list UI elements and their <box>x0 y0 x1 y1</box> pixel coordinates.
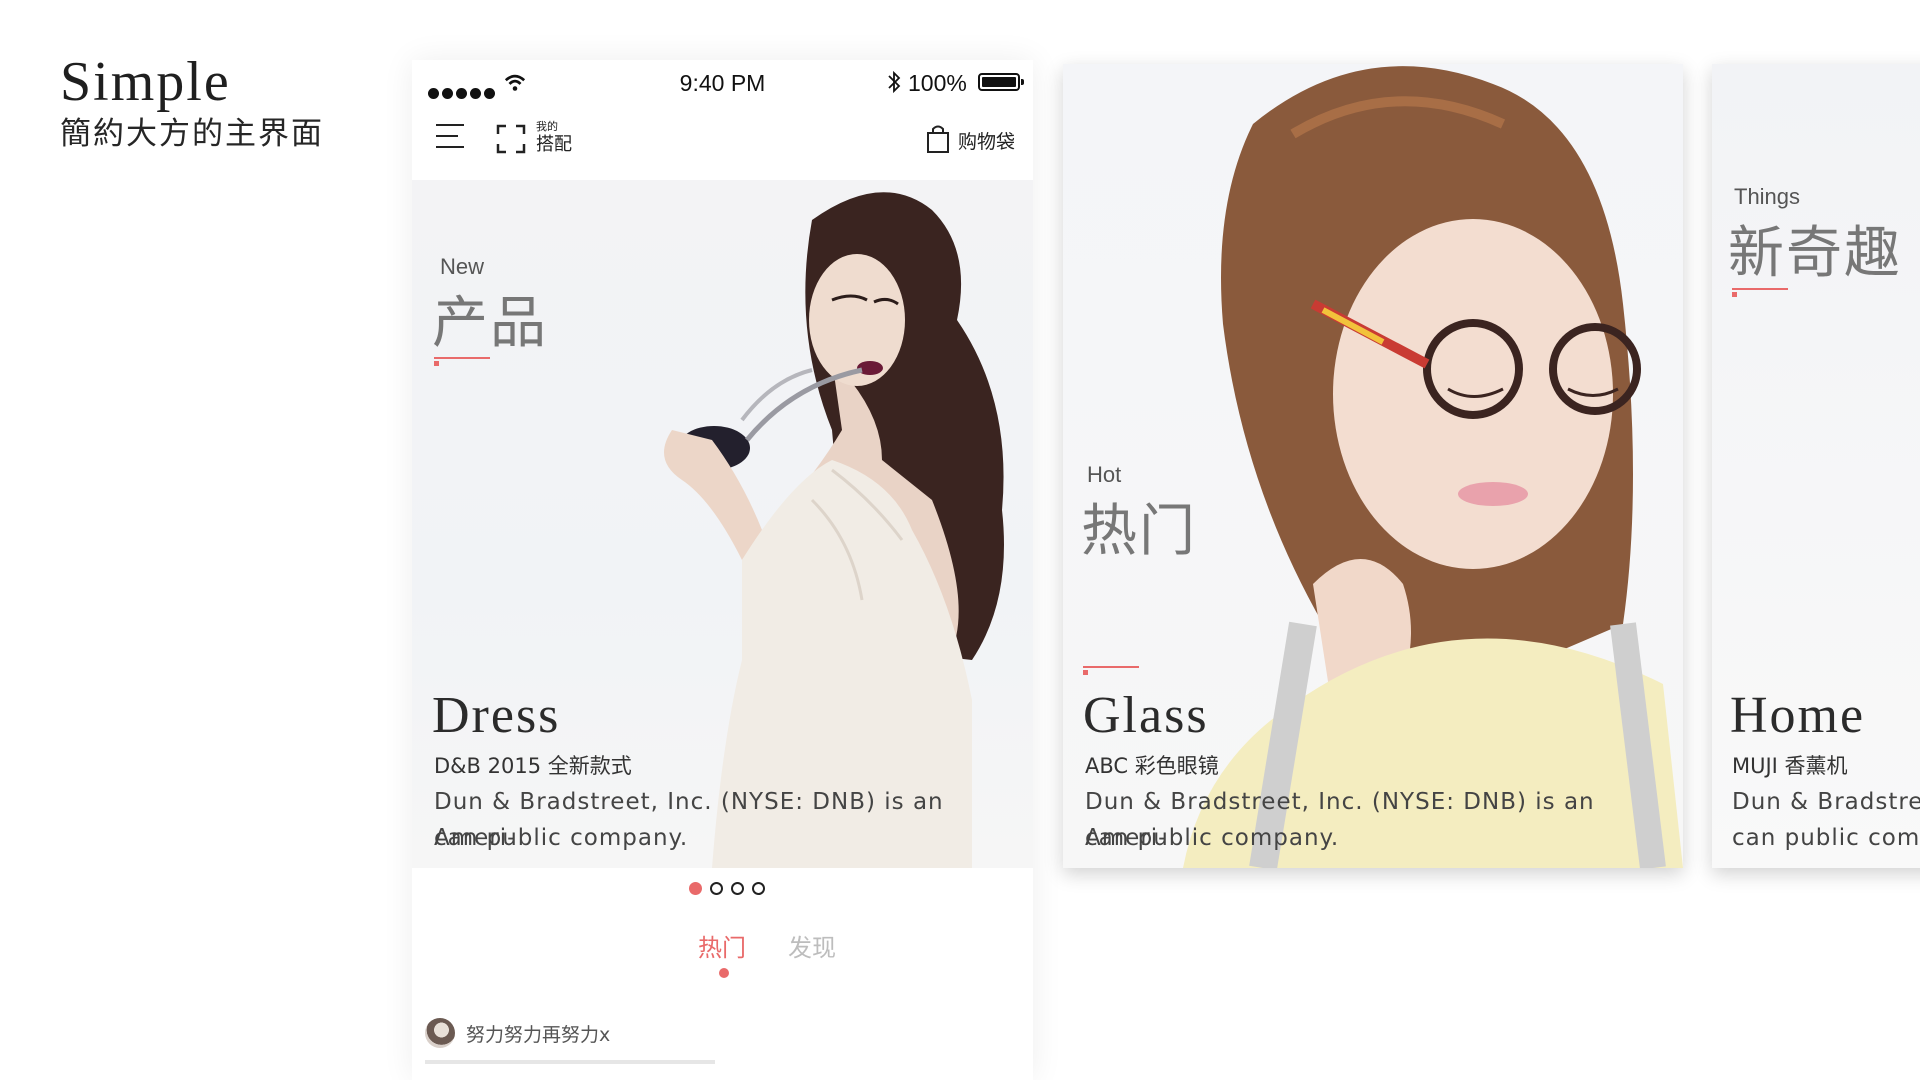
bluetooth-icon <box>888 70 901 94</box>
feed-username[interactable]: 努力努力再努力x <box>466 1020 610 1047</box>
intro-heading: Simple 簡約大方的主界面 <box>60 50 324 154</box>
card-description-line-1: Dun & Bradstree <box>1732 789 1920 815</box>
card-cn-tag: 新奇趣 <box>1728 221 1902 286</box>
intro-subtitle: 簡約大方的主界面 <box>60 116 324 152</box>
accent-underline <box>1083 666 1139 668</box>
status-bar: 9:40 PM 100% <box>412 60 1033 104</box>
feed-item-preview <box>425 1060 715 1064</box>
battery-percentage: 100% <box>908 70 967 96</box>
accent-marker <box>1083 670 1088 675</box>
accent-underline <box>434 357 490 359</box>
card-en-tag: Things <box>1734 184 1801 209</box>
tab-discover[interactable]: 发现 <box>788 928 836 963</box>
card-subtitle: MUJI 香薰机 <box>1732 754 1848 778</box>
active-tab-indicator <box>719 968 729 978</box>
shopping-bag-label[interactable]: 购物袋 <box>958 127 1015 154</box>
pager-dot[interactable] <box>752 882 765 895</box>
product-card-glass[interactable]: Hot 热门 Glass ABC 彩色眼镜 Dun & Bradstreet, … <box>1063 64 1683 868</box>
card-en-tag: New <box>440 254 485 279</box>
card-description-line-2: can public comp <box>1732 825 1920 851</box>
collocation-label: 搭配 <box>536 134 572 155</box>
card-title: Glass <box>1083 687 1209 744</box>
avatar[interactable] <box>425 1018 455 1048</box>
product-card-dress[interactable]: New 产品 Dress D&B 2015 全新款式 Dun & Bradstr… <box>412 180 1033 868</box>
card-subtitle: ABC 彩色眼镜 <box>1085 754 1219 778</box>
card-description-line-2: can public company. <box>434 825 689 851</box>
model-photo <box>1183 66 1683 868</box>
accent-underline <box>1732 288 1788 290</box>
collocation-small-label: 我的 <box>536 120 558 133</box>
product-card-home[interactable]: Things 新奇趣 Home MUJI 香薰机 Dun & Bradstree… <box>1712 64 1920 868</box>
intro-title: Simple <box>60 51 231 113</box>
card-cn-tag: 热门 <box>1081 499 1197 564</box>
pager-dot[interactable] <box>710 882 723 895</box>
pager-dot[interactable] <box>731 882 744 895</box>
card-cn-tag: 产品 <box>432 291 548 356</box>
carousel-pager[interactable] <box>689 880 773 899</box>
card-subtitle: D&B 2015 全新款式 <box>434 754 632 778</box>
accent-marker <box>434 361 439 366</box>
menu-icon[interactable] <box>436 124 464 150</box>
scan-frame-icon[interactable] <box>496 124 526 154</box>
card-en-tag: Hot <box>1087 462 1122 487</box>
accent-marker <box>1732 292 1737 297</box>
card-description-line-2: can public company. <box>1085 825 1340 851</box>
my-collocation-button[interactable]: 我的 搭配 <box>536 120 572 156</box>
shopping-bag-icon[interactable] <box>926 124 950 154</box>
pager-dot[interactable] <box>689 882 702 895</box>
tab-hot[interactable]: 热门 <box>698 928 746 963</box>
battery-icon <box>978 73 1024 91</box>
card-title: Home <box>1730 687 1866 744</box>
card-title: Dress <box>432 687 561 744</box>
